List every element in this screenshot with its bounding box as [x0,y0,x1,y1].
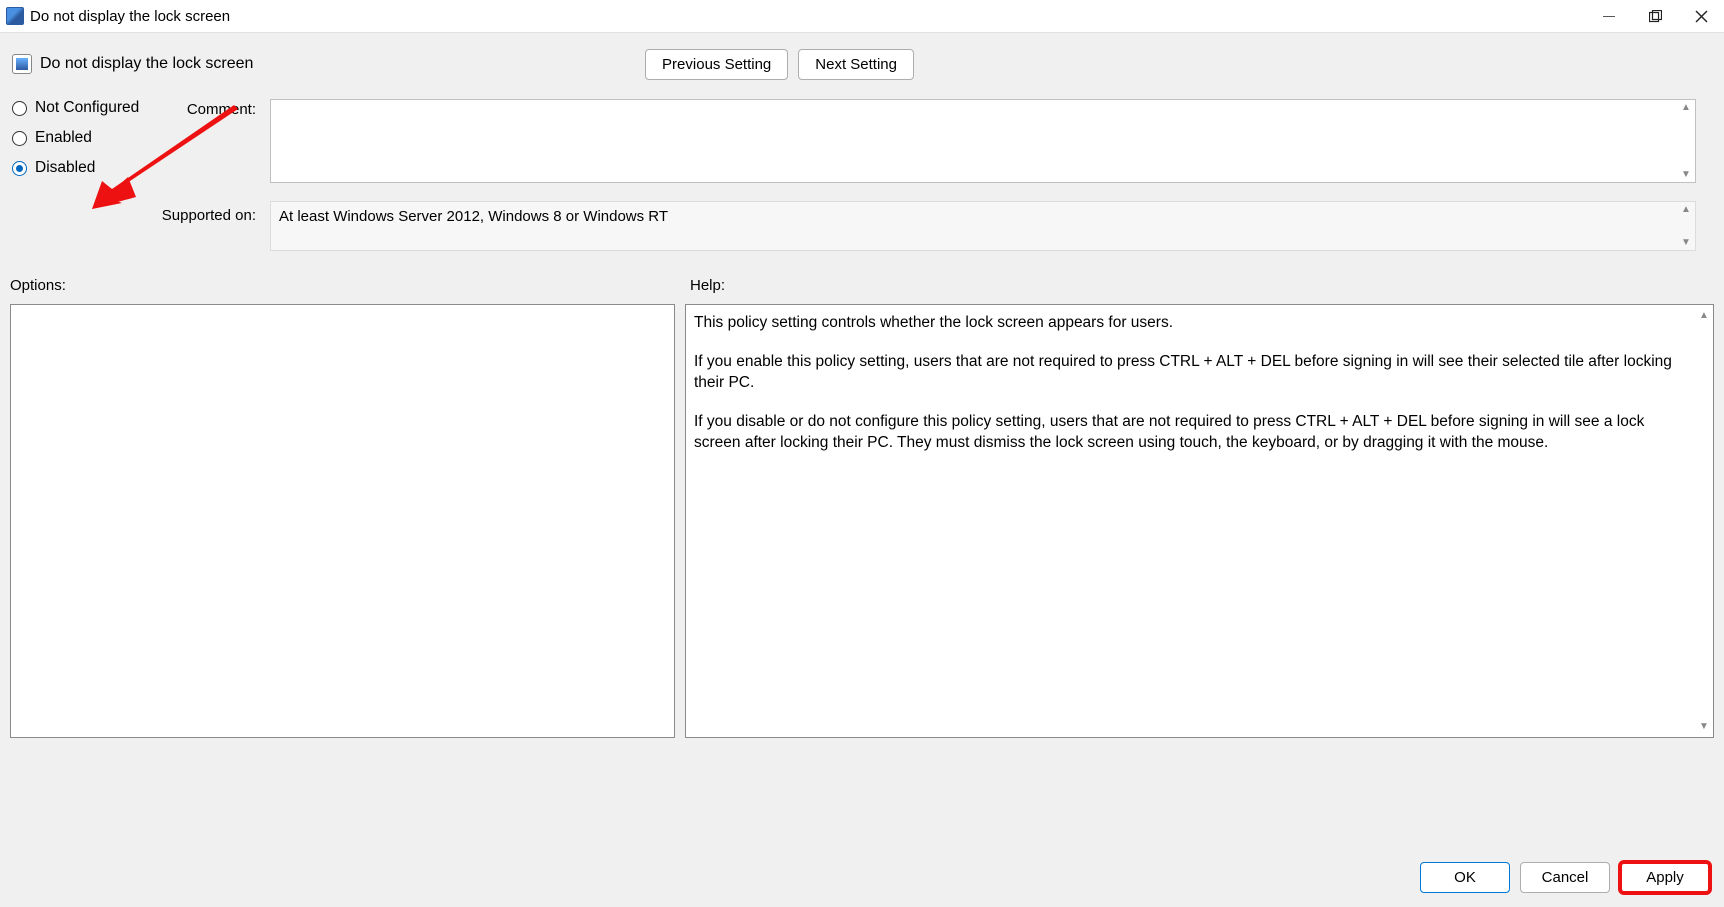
radio-icon [12,161,27,176]
policy-icon [12,54,32,74]
options-label: Options: [10,277,680,294]
radio-not-configured[interactable]: Not Configured [12,99,160,117]
next-setting-button[interactable]: Next Setting [798,49,914,80]
scroll-down-icon: ▼ [1681,169,1691,180]
scroll-down-icon: ▼ [1681,237,1691,248]
title-bar: Do not display the lock screen [0,0,1724,32]
help-paragraph: This policy setting controls whether the… [694,313,1691,334]
radio-label: Not Configured [35,99,139,117]
radio-enabled[interactable]: Enabled [12,129,160,147]
policy-name: Do not display the lock screen [40,55,253,73]
maximize-button[interactable] [1632,0,1678,32]
supported-on-value: At least Windows Server 2012, Windows 8 … [279,208,668,225]
comment-label: Comment: [160,99,270,118]
dialog-footer: OK Cancel Apply [1420,862,1710,893]
radio-label: Disabled [35,159,95,177]
radio-icon [12,101,27,116]
apply-button[interactable]: Apply [1620,862,1710,893]
help-paragraph: If you disable or do not configure this … [694,412,1691,454]
radio-icon [12,131,27,146]
help-panel: This policy setting controls whether the… [685,304,1714,738]
previous-setting-button[interactable]: Previous Setting [645,49,788,80]
comment-scrollbar[interactable]: ▲▼ [1679,102,1693,180]
options-panel [10,304,675,738]
ok-button[interactable]: OK [1420,862,1510,893]
supported-scrollbar[interactable]: ▲▼ [1679,204,1693,248]
supported-on-label: Supported on: [160,193,270,251]
scroll-down-icon: ▼ [1699,720,1709,734]
window-title: Do not display the lock screen [30,8,230,25]
help-paragraph: If you enable this policy setting, users… [694,352,1691,394]
close-button[interactable] [1678,0,1724,32]
app-icon [6,7,24,25]
scroll-up-icon: ▲ [1681,102,1691,113]
comment-textarea[interactable]: ▲▼ [270,99,1696,183]
scroll-up-icon: ▲ [1699,309,1709,323]
radio-label: Enabled [35,129,92,147]
scroll-up-icon: ▲ [1681,204,1691,215]
help-scrollbar[interactable]: ▲▼ [1697,309,1711,733]
minimize-button[interactable] [1586,0,1632,32]
policy-header-row: Do not display the lock screen Previous … [10,43,1714,85]
cancel-button[interactable]: Cancel [1520,862,1610,893]
help-label: Help: [690,277,1714,294]
radio-disabled[interactable]: Disabled [12,159,160,177]
content-area: Do not display the lock screen Previous … [0,32,1724,907]
state-radio-group: Not Configured Enabled Disabled [10,99,160,177]
supported-on-box: At least Windows Server 2012, Windows 8 … [270,201,1696,251]
